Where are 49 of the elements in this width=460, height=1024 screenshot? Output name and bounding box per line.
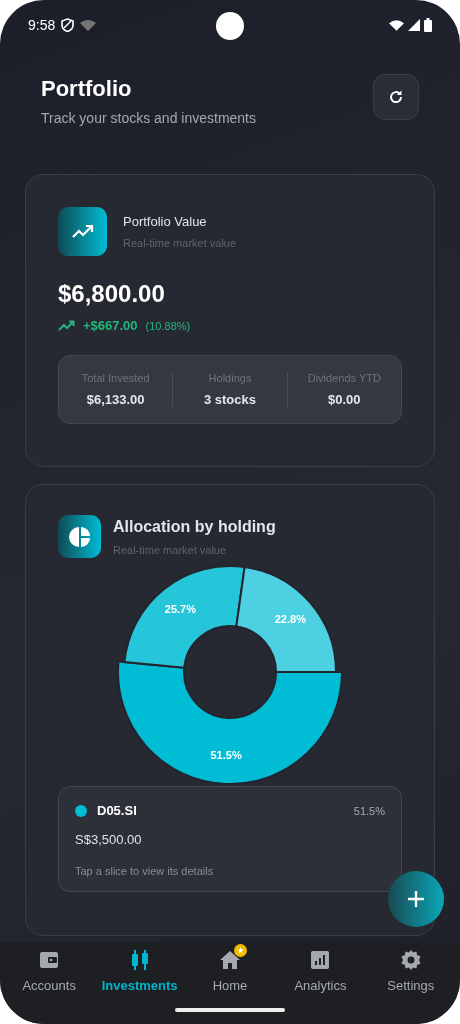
plus-icon <box>407 890 425 908</box>
change-percent: (10.88%) <box>145 319 191 332</box>
card-title: Allocation by holding <box>113 517 276 536</box>
signal-icon <box>408 19 420 31</box>
holding-amount: S$3,500.00 <box>75 832 143 847</box>
portfolio-total: $6,800.00 <box>58 280 166 308</box>
stat-value: 3 stocks <box>203 392 256 407</box>
status-time: 9:58 <box>28 17 56 33</box>
holding-symbol: D05.SI <box>97 803 137 818</box>
slice-label: 51.5% <box>210 748 242 761</box>
donut-slice[interactable] <box>235 566 337 673</box>
stat-label: Holdings <box>208 372 252 384</box>
stat-label: Dividends YTD <box>307 372 381 384</box>
change-amount: +$667.00 <box>83 318 138 333</box>
holding-percent: 51.5% <box>353 804 385 817</box>
slice-label: 22.8% <box>274 613 306 626</box>
page-title: Portfolio <box>41 76 133 102</box>
bar-chart-icon <box>310 950 331 970</box>
pie-chart-icon <box>58 515 101 558</box>
hint-text: Tap a slice to view its details <box>75 865 215 877</box>
nav-tab[interactable]: Investments <box>94 948 185 1024</box>
donut-slice[interactable] <box>123 565 246 669</box>
nav-tab[interactable]: Home <box>184 948 276 1024</box>
card-subtitle: Real-time market value <box>123 237 237 249</box>
nav-tab[interactable]: Settings <box>365 948 457 1024</box>
refresh-button[interactable] <box>373 74 419 120</box>
card-title: Portfolio Value <box>123 214 208 229</box>
wallet-icon <box>39 950 60 970</box>
shield-icon <box>61 18 75 32</box>
trend-icon <box>58 207 107 256</box>
nav-tab[interactable]: Accounts <box>4 948 95 1024</box>
stat-label: Total Invested <box>81 372 150 384</box>
battery-icon <box>424 18 432 32</box>
donut-slice[interactable] <box>117 660 343 785</box>
wifi-icon <box>80 19 97 31</box>
stat-value: $0.00 <box>328 392 361 407</box>
wifi-icon <box>389 19 404 31</box>
add-button[interactable] <box>388 871 444 927</box>
camera-cutout <box>216 12 244 40</box>
home-icon <box>219 950 241 970</box>
card-subtitle: Real-time market value <box>113 543 228 556</box>
nav-tab[interactable]: Analytics <box>275 948 366 1024</box>
candlestick-icon <box>129 949 150 971</box>
stat-value: $6,133.00 <box>86 392 145 407</box>
trend-up-icon <box>58 320 75 331</box>
settings-icon <box>399 949 422 971</box>
page-subtitle: Track your stocks and investments <box>41 110 256 126</box>
refresh-icon <box>388 89 404 105</box>
slice-label: 25.7% <box>164 603 196 616</box>
